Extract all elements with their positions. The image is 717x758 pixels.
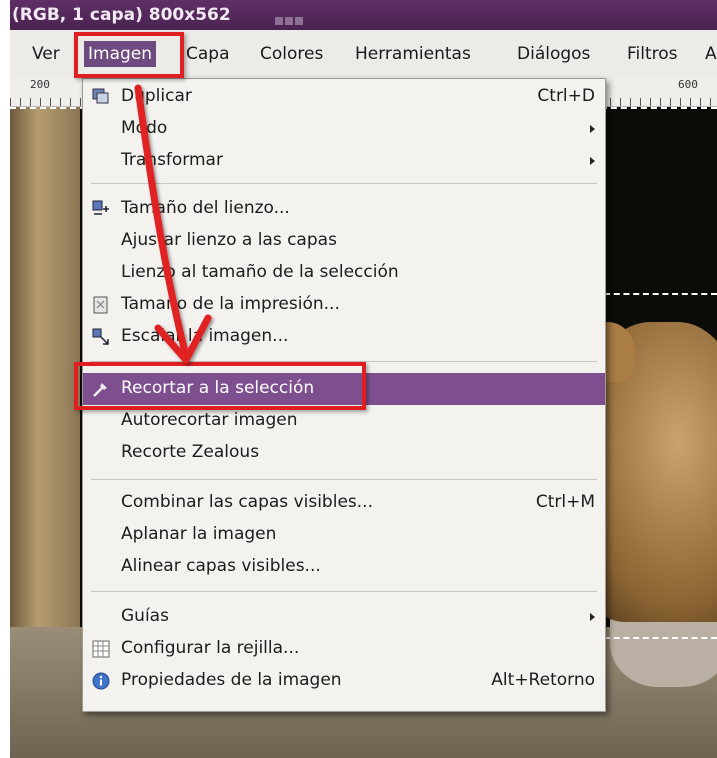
annotation-arrow-icon: [134, 84, 212, 364]
screenshot: (RGB, 1 capa) 800x562 Ver Imagen Capa Co…: [10, 0, 717, 758]
